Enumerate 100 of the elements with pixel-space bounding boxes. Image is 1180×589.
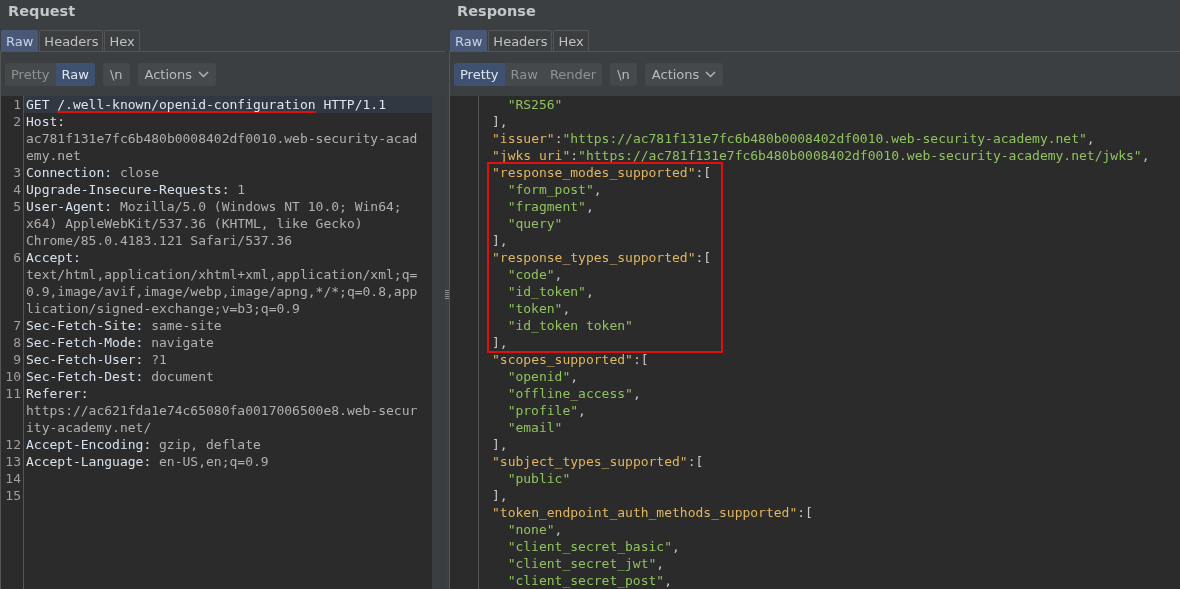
header-value: ity-academy.net/ [26,419,152,436]
header-value: 0.9,image/avif,image/webp,image/apng,*/*;q=0.8,app [26,283,418,300]
header-name: Host: [26,113,66,130]
punctuation: , [593,182,602,197]
json-string: "offline_access" [507,386,633,401]
json-string: "client_secret_post" [507,573,665,588]
punctuation: , [562,301,571,316]
view-mode-button[interactable]: Render [543,62,603,86]
chevron-down-icon [198,70,210,78]
punctuation: , [585,199,594,214]
view-mode-button[interactable]: Pretty [454,62,505,86]
json-string: "id_token" [507,284,586,299]
header-value: navigate [151,334,214,351]
panel-title: Response [456,2,537,21]
json-string: "public" [507,471,571,486]
punctuation: , [578,403,586,418]
json-key: "response_types_supported" [492,250,696,265]
header-name: Accept-Language: [26,453,152,470]
actions-dropdown[interactable]: Actions [137,62,217,86]
header-value: gzip, deflate [159,436,261,453]
punctuation: :[ [687,454,704,469]
header-value: Mozilla/5.0 (Windows NT 10.0; Win64; [119,198,402,215]
json-string: "client_secret_basic" [507,539,672,554]
view-mode-button[interactable]: Raw [55,62,95,86]
punctuation: ], [492,335,508,350]
line-number: 14 [4,470,22,487]
line-number: 10 [4,368,22,385]
tab[interactable]: Headers [488,30,553,51]
tab[interactable]: Hex [553,30,589,51]
newline-toggle-button[interactable]: \n [610,62,637,86]
json-string: "https://ac781f131e7fc6b480b0008402df0010.web-security-academy.net" [562,131,1087,146]
header-name: Accept: [26,249,81,266]
line-number: 7 [12,317,22,334]
punctuation: :[ [797,505,813,520]
punctuation: , [656,556,665,571]
line-number: 12 [4,436,22,453]
json-string: "token" [507,301,563,316]
json-string: "form_post" [507,182,594,197]
punctuation: , [554,267,563,282]
header-value: same-site [151,317,222,334]
tab[interactable]: Raw [450,30,488,51]
json-string: "id_token token" [507,318,633,333]
line-number: 8 [12,334,22,351]
json-string: "none" [507,522,555,537]
tab[interactable]: Hex [104,30,140,51]
json-key: "jwks_uri" [492,148,571,163]
line-number: 5 [12,198,22,216]
json-key: "response_modes_supported" [492,165,696,180]
punctuation: : [554,131,563,146]
json-string: "email" [507,420,563,435]
header-value: text/html,application/xhtml+xml,application/xml;q= [26,266,418,283]
json-string: "profile" [507,403,579,418]
json-string: "code" [507,267,555,282]
line-number: 2 [12,113,22,131]
punctuation: , [570,369,579,384]
header-name: Sec-Fetch-Dest: [26,368,144,385]
punctuation: : [570,148,579,163]
json-string: "RS256" [507,97,563,112]
newline-toggle-button[interactable]: \n [102,62,130,86]
line-number: 11 [4,385,22,403]
punctuation: :[ [632,352,649,367]
header-value: x64) AppleWebKit/537.36 (KHTML, like Gecko) [26,215,363,232]
actions-dropdown[interactable]: Actions [644,62,724,86]
punctuation: , [672,539,680,554]
tab[interactable]: Headers [39,30,104,51]
line-number: 1 [12,96,22,113]
punctuation: :[ [695,165,712,180]
line-number: 3 [12,164,22,181]
header-name: Referer: [26,385,89,402]
punctuation: , [554,522,563,537]
view-mode-button[interactable]: Pretty [5,62,56,86]
header-name: Connection: [26,164,113,181]
json-string: "client_secret_jwt" [507,556,657,571]
json-key: "subject_types_supported" [492,454,688,469]
line-number: 15 [4,487,22,504]
grip-icon[interactable] [445,289,449,300]
line-number: 13 [4,453,22,470]
header-value: emy.net [26,147,81,164]
punctuation: , [585,284,594,299]
line-number: 9 [12,351,22,368]
json-key: "token_endpoint_auth_methods_supported" [492,505,798,520]
punctuation: ], [492,233,508,248]
request-line-text: /.well-known/openid-configuration [57,96,316,113]
punctuation: , [664,573,672,588]
punctuation: ], [492,437,508,452]
tab[interactable]: Raw [1,30,39,51]
punctuation: , [1086,131,1095,146]
json-key: "scopes_supported" [492,352,633,367]
punctuation: :[ [695,250,712,265]
json-string: "https://ac781f131e7fc6b480b0008402df0010.web-security-academy.net/jwks" [578,148,1142,163]
punctuation: , [632,386,641,401]
line-number: 6 [12,249,22,267]
header-value: lication/signed-exchange;v=b3;q=0.9 [26,300,300,317]
json-string: "fragment" [507,199,586,214]
header-value: document [151,368,214,385]
request-line-text: GET [26,96,50,113]
panel-title: Request [7,2,77,21]
header-value: ac781f131e7fc6b480b0008402df0010.web-security-acad [26,130,418,147]
header-value: Chrome/85.0.4183.121 Safari/537.36 [26,232,293,249]
view-mode-button[interactable]: Raw [504,62,544,86]
